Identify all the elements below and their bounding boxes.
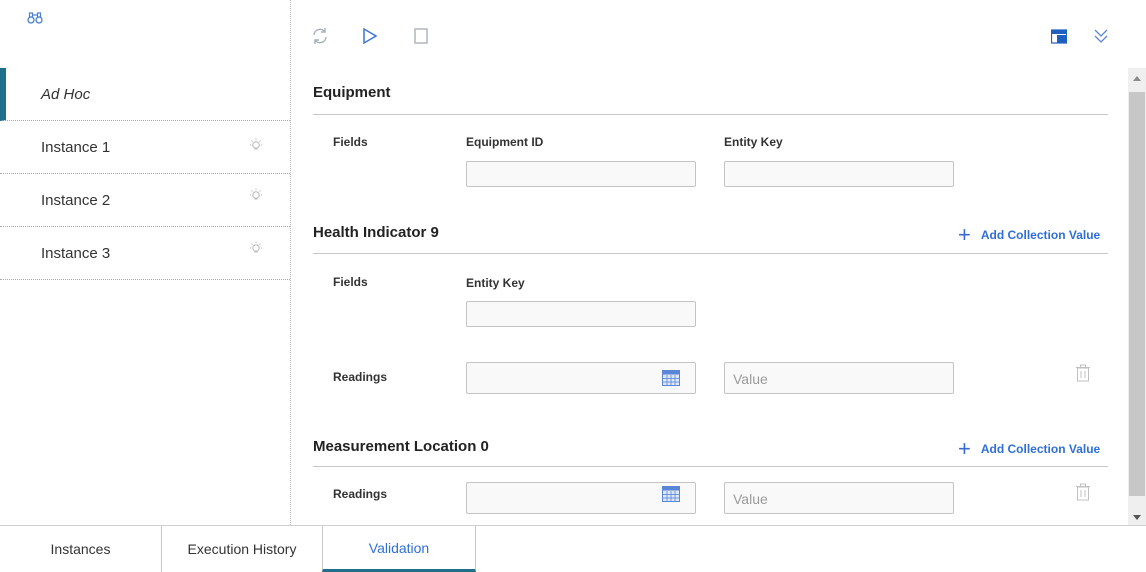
instance-list: Ad Hoc Instance 1 Instance 2 Instance 3 [0,68,290,280]
trash-icon[interactable] [1075,364,1091,387]
validation-form: Equipment Fields Equipment ID Entity Key… [291,68,1128,525]
column-header-entity-key: Entity Key [466,276,525,290]
play-icon[interactable] [361,26,379,51]
lightbulb-icon [248,138,264,158]
calendar-icon[interactable] [662,370,680,389]
add-collection-value-label: Add Collection Value [980,442,1101,456]
fields-label: Fields [333,275,368,289]
vertical-scrollbar[interactable] [1128,68,1146,525]
tab-instances[interactable]: Instances [0,526,162,572]
plus-icon: + [958,222,971,247]
instance-item-2[interactable]: Instance 2 [0,174,290,227]
fields-label: Fields [333,135,368,149]
section-title-health-indicator: Health Indicator 9 [313,224,439,241]
tab-validation[interactable]: Validation [322,526,476,572]
lightbulb-icon [248,188,264,208]
equipment-id-field[interactable] [466,161,696,187]
refresh-icon[interactable] [310,26,330,51]
instance-label: Instance 1 [41,138,111,156]
section-divider [313,253,1108,254]
calendar-icon[interactable] [662,486,680,505]
instance-panel: Ad Hoc Instance 1 Instance 2 Instance 3 [0,0,290,525]
plus-icon: + [958,436,971,461]
scroll-up-arrow-icon[interactable] [1133,76,1141,81]
readings-label: Readings [333,370,388,384]
column-header-equipment-id: Equipment ID [466,135,544,149]
add-collection-value-button[interactable]: + Add Collection Value [958,436,1101,461]
entity-key-field[interactable] [466,301,696,327]
tab-label: Validation [368,539,430,556]
instance-label: Instance 3 [41,244,111,262]
section-title-measurement-location: Measurement Location 0 [313,438,489,455]
instance-item-1[interactable]: Instance 1 [0,121,290,174]
lightbulb-icon [248,241,264,261]
stop-icon[interactable] [412,26,430,51]
column-header-entity-key: Entity Key [724,135,783,149]
instance-panel-header [0,0,290,68]
add-collection-value-button[interactable]: + Add Collection Value [958,222,1101,247]
bottom-tab-bar: Instances Execution History Validation [0,525,1146,572]
toolbar [291,0,1146,68]
collapse-chevrons-icon[interactable] [1093,27,1109,50]
add-collection-value-label: Add Collection Value [980,228,1101,242]
scroll-down-arrow-icon[interactable] [1133,515,1141,520]
entity-key-field[interactable] [724,161,954,187]
instance-label: Instance 2 [41,191,111,209]
reading-value-field[interactable]: Value [724,362,954,394]
panel-layout-icon[interactable] [1050,29,1068,50]
instance-item-3[interactable]: Instance 3 [0,227,290,280]
readings-label: Readings [333,487,388,501]
reading-value-field[interactable]: Value [724,482,954,514]
tab-execution-history[interactable]: Execution History [162,526,322,572]
trash-icon[interactable] [1075,483,1091,506]
instance-label: Ad Hoc [41,85,91,103]
binoculars-icon[interactable] [27,11,43,29]
section-divider [313,114,1108,115]
tab-label: Execution History [187,541,297,557]
section-title-equipment: Equipment [313,84,391,101]
reading-date-field[interactable] [466,482,696,514]
section-divider [313,466,1108,467]
instance-item-ad-hoc[interactable]: Ad Hoc [0,68,290,121]
tab-label: Instances [50,541,111,557]
scrollbar-thumb[interactable] [1129,92,1145,496]
reading-date-field[interactable] [466,362,696,394]
